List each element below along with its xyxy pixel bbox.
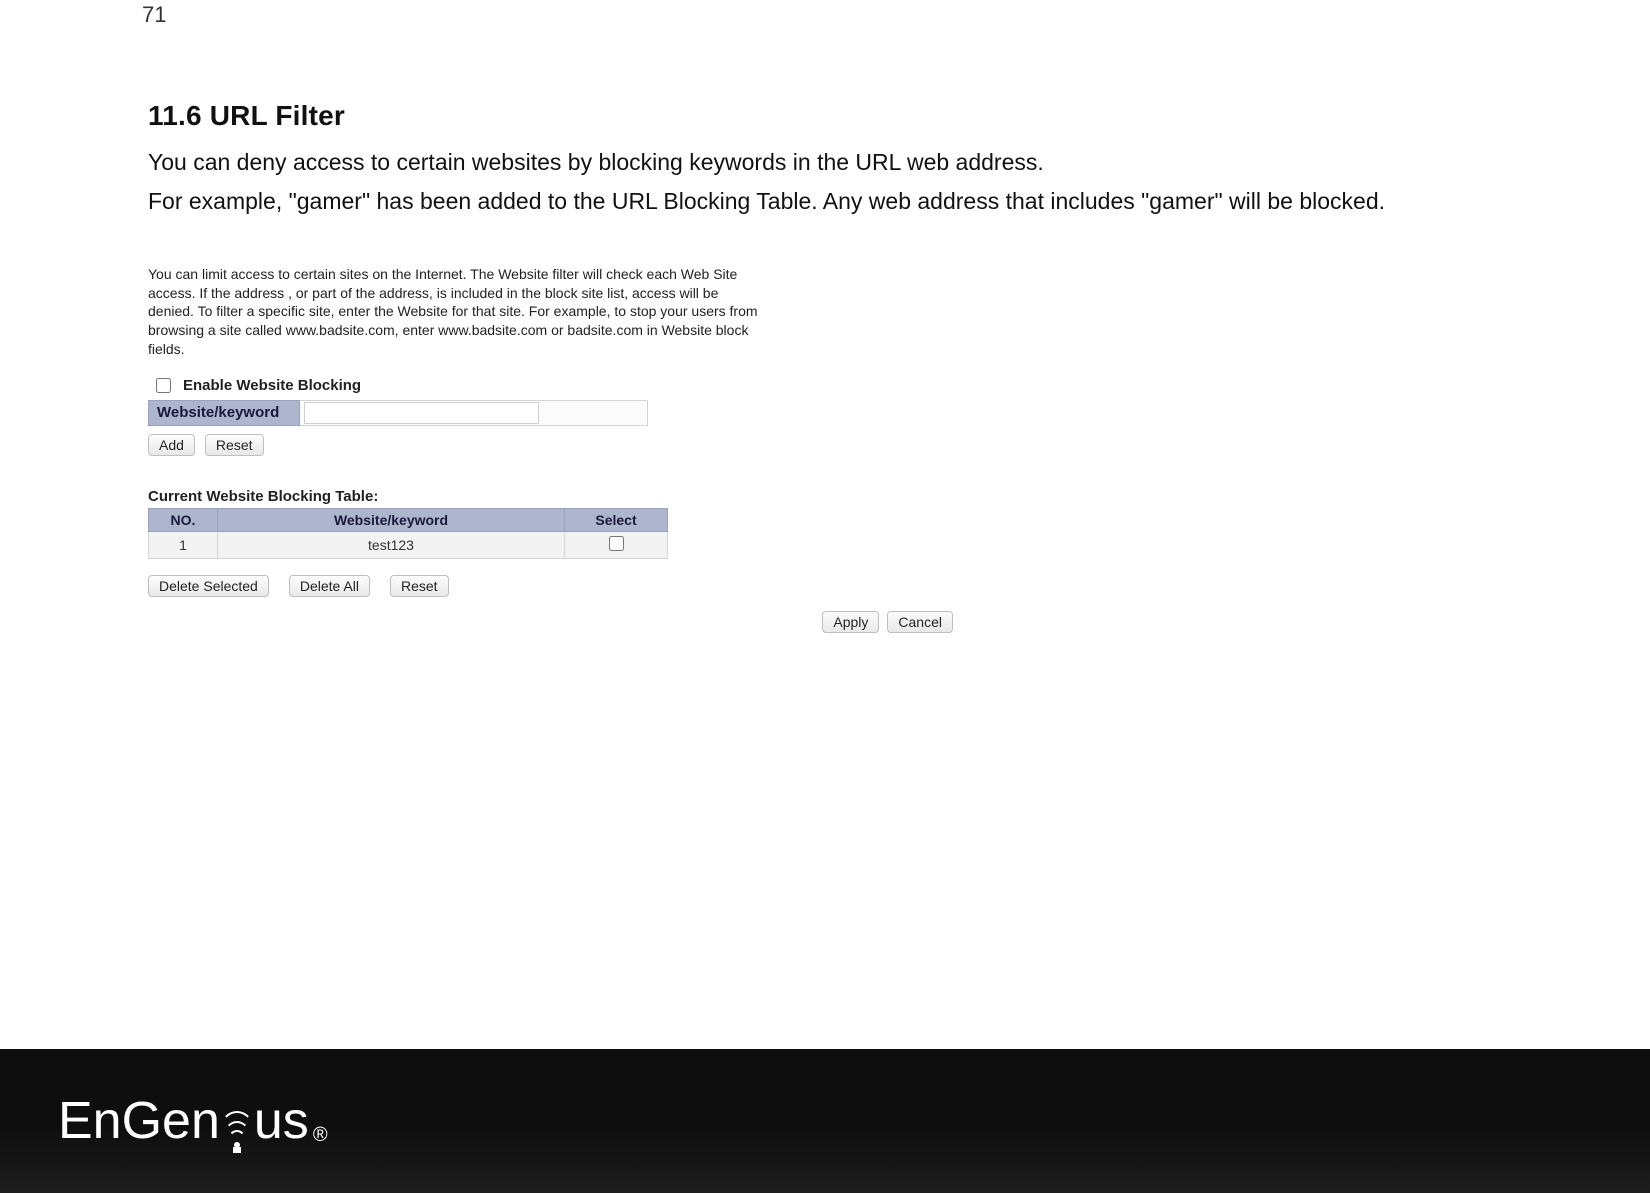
table-reset-button[interactable]: Reset xyxy=(390,575,449,597)
reset-button[interactable]: Reset xyxy=(205,434,264,456)
apply-button[interactable]: Apply xyxy=(822,611,879,633)
add-button[interactable]: Add xyxy=(148,434,195,456)
table-row: 1 test123 xyxy=(149,532,668,559)
col-header-select: Select xyxy=(565,509,668,532)
main-content: 11.6 URL Filter You can deny access to c… xyxy=(148,100,1528,633)
cell-no: 1 xyxy=(149,532,218,559)
keyword-field-label: Website/keyword xyxy=(148,400,300,426)
ui-description-text: You can limit access to certain sites on… xyxy=(148,265,768,359)
blocking-table: NO. Website/keyword Select 1 test123 xyxy=(148,508,668,559)
enable-blocking-label: Enable Website Blocking xyxy=(183,377,361,394)
delete-selected-button[interactable]: Delete Selected xyxy=(148,575,269,597)
keyword-input[interactable] xyxy=(304,402,539,424)
embedded-ui-screenshot: You can limit access to certain sites on… xyxy=(148,265,953,633)
brand-text-part2: us xyxy=(254,1095,309,1147)
footer-band: EnGen us ® xyxy=(0,1049,1650,1193)
blocking-table-title: Current Website Blocking Table: xyxy=(148,488,953,505)
wifi-icon xyxy=(220,1107,254,1151)
brand-logo: EnGen us ® xyxy=(58,1095,328,1147)
enable-blocking-checkbox[interactable] xyxy=(156,378,171,393)
col-header-keyword: Website/keyword xyxy=(218,509,565,532)
delete-all-button[interactable]: Delete All xyxy=(289,575,370,597)
row-select-checkbox[interactable] xyxy=(609,536,624,551)
page-number: 71 xyxy=(142,2,166,28)
cell-select xyxy=(565,532,668,559)
brand-text-part1: EnGen xyxy=(58,1095,220,1147)
col-header-no: NO. xyxy=(149,509,218,532)
registered-mark: ® xyxy=(313,1124,328,1147)
section-paragraph-1: You can deny access to certain websites … xyxy=(148,146,1528,179)
cancel-button[interactable]: Cancel xyxy=(887,611,953,633)
section-paragraph-2: For example, "gamer" has been added to t… xyxy=(148,185,1528,218)
section-heading: 11.6 URL Filter xyxy=(148,100,1528,132)
cell-keyword: test123 xyxy=(218,532,565,559)
